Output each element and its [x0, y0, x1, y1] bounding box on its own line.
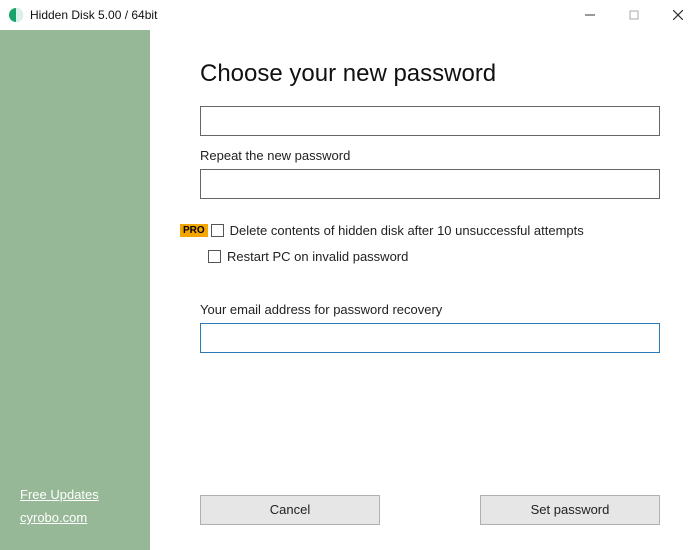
minimize-button[interactable] [568, 0, 612, 30]
set-password-button[interactable]: Set password [480, 495, 660, 525]
restart-pc-label: Restart PC on invalid password [227, 249, 408, 264]
window-controls [568, 0, 700, 30]
app-icon [8, 7, 24, 23]
page-heading: Choose your new password [200, 60, 660, 88]
main-content: Choose your new password Repeat the new … [150, 30, 700, 550]
delete-contents-checkbox[interactable] [211, 224, 224, 237]
restart-pc-checkbox[interactable] [208, 250, 221, 263]
delete-contents-label: Delete contents of hidden disk after 10 … [230, 223, 584, 238]
vendor-link[interactable]: cyrobo.com [20, 510, 99, 525]
new-password-input[interactable] [200, 106, 660, 136]
titlebar: Hidden Disk 5.00 / 64bit [0, 0, 700, 30]
close-button[interactable] [656, 0, 700, 30]
repeat-password-label: Repeat the new password [200, 148, 660, 163]
recovery-email-label: Your email address for password recovery [200, 302, 660, 317]
cancel-button[interactable]: Cancel [200, 495, 380, 525]
free-updates-link[interactable]: Free Updates [20, 487, 99, 502]
repeat-password-input[interactable] [200, 169, 660, 199]
pro-badge: PRO [180, 224, 208, 237]
sidebar: Free Updates cyrobo.com [0, 30, 150, 550]
recovery-email-input[interactable] [200, 323, 660, 353]
maximize-button [612, 0, 656, 30]
window-title: Hidden Disk 5.00 / 64bit [30, 8, 157, 22]
